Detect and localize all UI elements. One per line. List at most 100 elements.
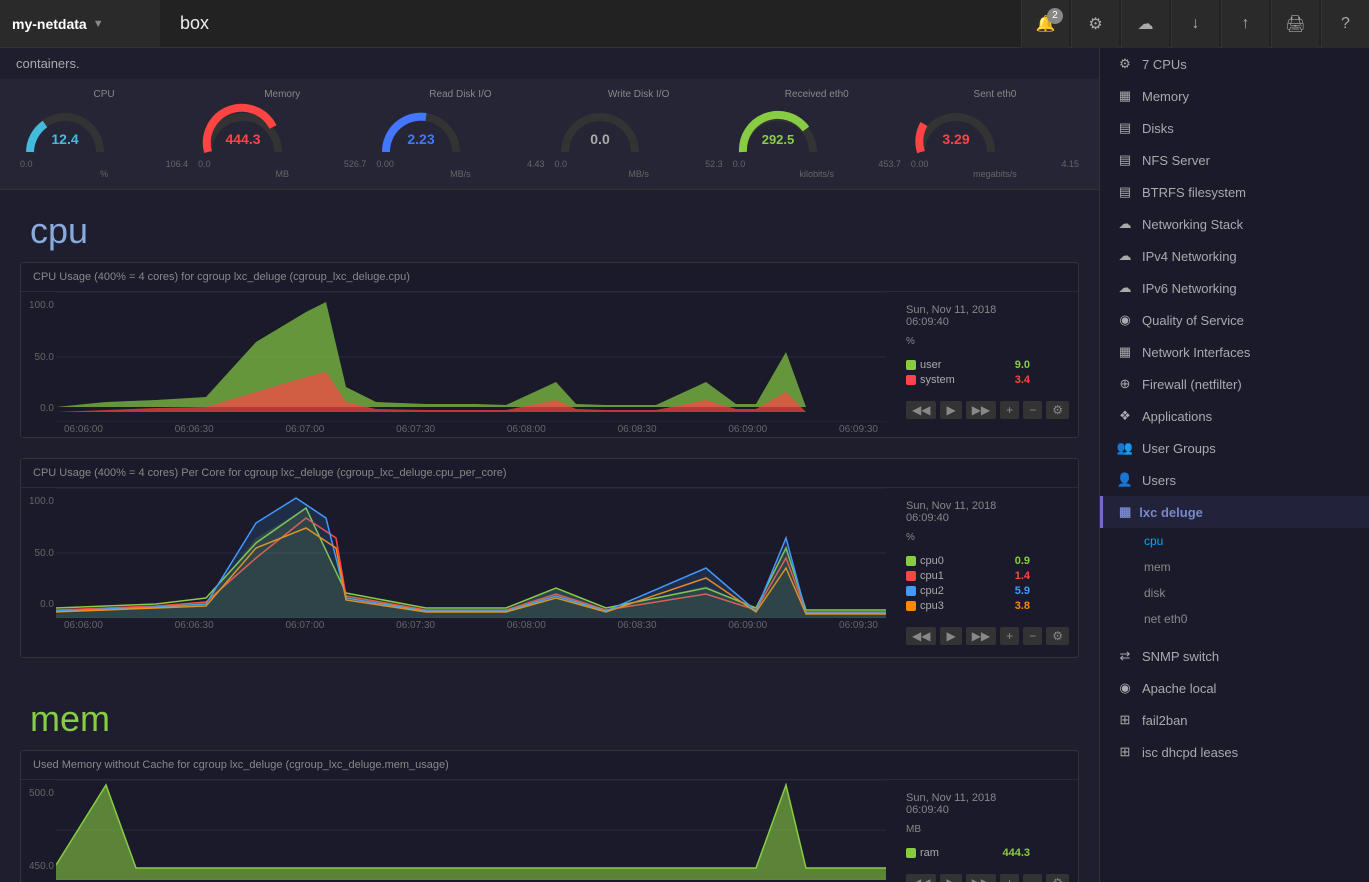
chart-2-settings-btn[interactable]: ⚙ (1046, 627, 1069, 645)
chart-3-zoom-out-btn[interactable]: − (1023, 874, 1042, 882)
sidebar-item-net-ifaces[interactable]: ▦ Network Interfaces (1100, 336, 1369, 368)
cpu-chart-1-unit: % (898, 332, 1074, 351)
chart-1-next-btn[interactable]: ▶▶ (966, 401, 996, 419)
mem-chart-1-controls: ◀◀ ▶ ▶▶ + − ⚙ (898, 870, 1074, 882)
sidebar-sub-cpu-label: cpu (1144, 534, 1163, 548)
sidebar-item-apache[interactable]: ◉ Apache local (1100, 672, 1369, 704)
page-title: box (160, 13, 1021, 34)
sidebar-item-cpus[interactable]: ⚙ 7 CPUs (1100, 48, 1369, 80)
chart-1-prev-btn[interactable]: ◀◀ (906, 401, 936, 419)
cpu-chart-2-svg (56, 488, 886, 618)
cpu-chart-2-title: CPU Usage (400% = 4 cores) Per Core for … (21, 459, 1078, 488)
mem-chart-1-info: Sun, Nov 11, 2018 06:09:40 MB ram 444.3 … (886, 780, 1086, 882)
chart-2-zoom-in-btn[interactable]: + (1000, 627, 1019, 645)
sidebar-section-lxc-deluge[interactable]: ▦ lxc deluge (1100, 496, 1369, 528)
sidebar-item-applications-label: Applications (1142, 409, 1212, 424)
chart-2-prev-btn[interactable]: ◀◀ (906, 627, 936, 645)
chart-3-settings-btn[interactable]: ⚙ (1046, 874, 1069, 882)
gauge-cpu-label: CPU (20, 89, 188, 100)
cpu-chart-2-unit: % (898, 528, 1074, 547)
sidebar-item-disks[interactable]: ▤ Disks (1100, 112, 1369, 144)
settings-button[interactable]: ⚙ (1071, 0, 1119, 48)
download-button[interactable]: ↓ (1171, 0, 1219, 48)
layout: containers. CPU 12.4 0.0106.4 % Memory (0, 48, 1369, 882)
sidebar-item-memory-label: Memory (1142, 89, 1189, 104)
chart-3-zoom-in-btn[interactable]: + (1000, 874, 1019, 882)
sidebar-item-applications[interactable]: ❖ Applications (1100, 400, 1369, 432)
sidebar-item-disks-label: Disks (1142, 121, 1174, 136)
svg-text:444.3: 444.3 (226, 131, 261, 147)
sidebar-item-ipv6[interactable]: ☁ IPv6 Networking (1100, 272, 1369, 304)
lxc-deluge-icon: ▦ (1119, 504, 1131, 520)
chart-1-zoom-in-btn[interactable]: + (1000, 401, 1019, 419)
brand-button[interactable]: my-netdata ▼ (0, 0, 160, 47)
gauge-net-recv-range: 0.0453.7 (733, 159, 901, 169)
sidebar-item-users[interactable]: 👤 Users (1100, 464, 1369, 496)
sidebar-item-fail2ban[interactable]: ⊞ fail2ban (1100, 704, 1369, 736)
cpu-section-title: cpu (0, 190, 1099, 262)
legend-cpu3-dot (906, 601, 916, 611)
cpu-chart-2-xlabels: 06:06:0006:06:3006:07:0006:07:3006:08:00… (21, 618, 886, 633)
cpu-chart-1-xlabels: 06:06:0006:06:3006:07:0006:07:3006:08:00… (21, 422, 886, 437)
chart-3-play-btn[interactable]: ▶ (940, 874, 961, 882)
cpu-chart-2-timestamp: Sun, Nov 11, 2018 06:09:40 (898, 496, 1074, 528)
sidebar-item-snmp[interactable]: ⇄ SNMP switch (1100, 640, 1369, 672)
gauge-disk-write-label: Write Disk I/O (555, 89, 723, 100)
sidebar-item-memory[interactable]: ▦ Memory (1100, 80, 1369, 112)
svg-text:3.29: 3.29 (942, 131, 969, 147)
sidebar-sub-mem[interactable]: mem (1100, 554, 1369, 580)
legend-cpu2: cpu2 5.9 (906, 585, 1030, 597)
cloud-button[interactable]: ☁ (1121, 0, 1169, 48)
gauge-disk-read-svg: 2.23 (376, 102, 466, 157)
net-ifaces-icon: ▦ (1116, 344, 1134, 360)
sidebar-sub-mem-label: mem (1144, 560, 1171, 574)
mem-chart-1: Used Memory without Cache for cgroup lxc… (20, 750, 1079, 882)
sidebar-item-net-stack[interactable]: ☁ Networking Stack (1100, 208, 1369, 240)
sidebar-item-nfs-label: NFS Server (1142, 153, 1210, 168)
sidebar-sub-cpu[interactable]: cpu (1100, 528, 1369, 554)
sidebar-item-firewall[interactable]: ⊕ Firewall (netfilter) (1100, 368, 1369, 400)
chart-1-play-btn[interactable]: ▶ (940, 401, 961, 419)
legend-system: system 3.4 (906, 374, 1030, 386)
chart-3-next-btn[interactable]: ▶▶ (966, 874, 996, 882)
sidebar-item-nfs[interactable]: ▤ NFS Server (1100, 144, 1369, 176)
sidebar-item-firewall-label: Firewall (netfilter) (1142, 377, 1242, 392)
legend-user: user 9.0 (906, 359, 1030, 371)
sidebar-item-dhcp[interactable]: ⊞ isc dhcpd leases (1100, 736, 1369, 768)
upload-button[interactable]: ↑ (1221, 0, 1269, 48)
cpu-chart-2-info: Sun, Nov 11, 2018 06:09:40 % cpu0 0.9 cp… (886, 488, 1086, 657)
chart-2-next-btn[interactable]: ▶▶ (966, 627, 996, 645)
sidebar-item-cpus-label: 7 CPUs (1142, 57, 1187, 72)
sidebar-item-qos[interactable]: ◉ Quality of Service (1100, 304, 1369, 336)
legend-cpu0-dot (906, 556, 916, 566)
notifications-button[interactable]: 🔔 2 (1021, 0, 1069, 48)
cpu-chart-1: CPU Usage (400% = 4 cores) for cgroup lx… (20, 262, 1079, 438)
help-button[interactable]: ? (1321, 0, 1369, 48)
gauge-net-sent: Sent eth0 3.29 0.004.15 megabits/s (911, 89, 1079, 179)
brand-label: my-netdata (12, 16, 87, 32)
gauges-row: CPU 12.4 0.0106.4 % Memory 444.3 (0, 79, 1099, 190)
header: my-netdata ▼ box 🔔 2 ⚙ ☁ ↓ ↑ 🖨 ? (0, 0, 1369, 48)
sidebar-item-btrfs[interactable]: ▤ BTRFS filesystem (1100, 176, 1369, 208)
print-button[interactable]: 🖨 (1271, 0, 1319, 48)
legend-cpu3: cpu3 3.8 (906, 600, 1030, 612)
gauge-net-sent-range: 0.004.15 (911, 159, 1079, 169)
firewall-icon: ⊕ (1116, 376, 1134, 392)
cpu-chart-1-controls: ◀◀ ▶ ▶▶ + − ⚙ (898, 397, 1074, 423)
legend-ram: ram 444.3 (906, 847, 1030, 859)
sidebar-section-lxc-deluge-label: lxc deluge (1139, 505, 1203, 520)
chart-1-settings-btn[interactable]: ⚙ (1046, 401, 1069, 419)
sidebar-sub-disk[interactable]: disk (1100, 580, 1369, 606)
gauge-net-recv-label: Received eth0 (733, 89, 901, 100)
sidebar-sub-net-eth0[interactable]: net eth0 (1100, 606, 1369, 632)
qos-icon: ◉ (1116, 312, 1134, 328)
chart-1-zoom-out-btn[interactable]: − (1023, 401, 1042, 419)
sidebar-item-user-groups[interactable]: 👥 User Groups (1100, 432, 1369, 464)
chart-3-prev-btn[interactable]: ◀◀ (906, 874, 936, 882)
sidebar-item-ipv4[interactable]: ☁ IPv4 Networking (1100, 240, 1369, 272)
sidebar-item-net-stack-label: Networking Stack (1142, 217, 1243, 232)
chart-2-zoom-out-btn[interactable]: − (1023, 627, 1042, 645)
gauge-net-sent-label: Sent eth0 (911, 89, 1079, 100)
gauge-disk-write-range: 0.052.3 (555, 159, 723, 169)
chart-2-play-btn[interactable]: ▶ (940, 627, 961, 645)
